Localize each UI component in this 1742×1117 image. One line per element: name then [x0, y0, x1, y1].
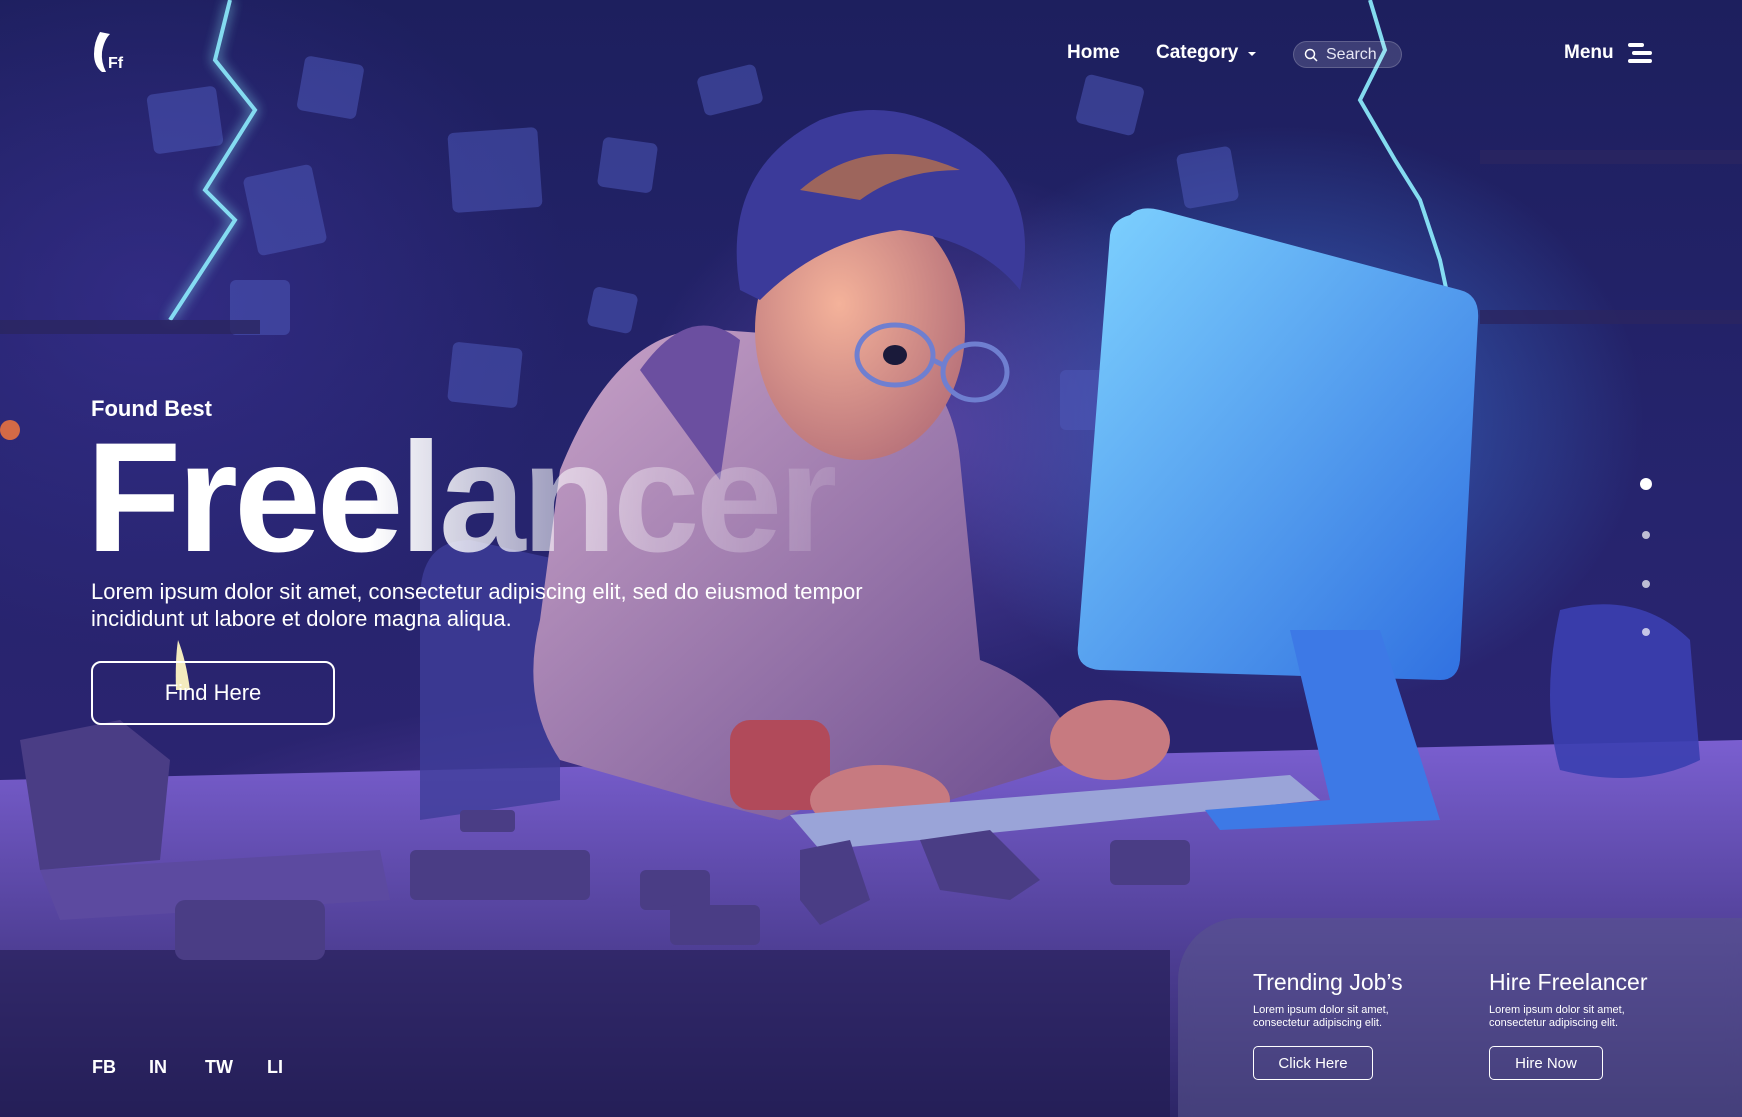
hire-freelancer-section: Hire Freelancer Lorem ipsum dolor sit am…	[1489, 968, 1669, 1080]
card-title: Trending Job’s	[1253, 969, 1403, 995]
monitor	[1077, 208, 1479, 681]
hero-headline: Freelancer	[86, 411, 839, 585]
card-text: Lorem ipsum dolor sit amet, consectetur …	[1253, 1004, 1389, 1029]
hire-now-button[interactable]: Hire Now	[1489, 1046, 1603, 1080]
card-text: Lorem ipsum dolor sit amet, consectetur …	[1489, 1004, 1625, 1029]
trending-jobs-section: Trending Job’s Lorem ipsum dolor sit ame…	[1253, 968, 1433, 1080]
pager-dot-2[interactable]	[1642, 531, 1650, 539]
chevron-down-icon	[1248, 52, 1257, 56]
hamburger-icon	[1627, 43, 1652, 63]
logo[interactable]: Ff	[92, 30, 132, 74]
social-li-link[interactable]: LI	[267, 1057, 283, 1078]
pager-dot-3[interactable]	[1642, 580, 1650, 588]
search-box[interactable]	[1293, 41, 1402, 68]
pager-dot-1[interactable]	[1640, 478, 1652, 490]
nav-category-label: Category	[1156, 42, 1239, 63]
social-tw-link[interactable]: TW	[205, 1057, 233, 1078]
lightning-left	[168, 0, 258, 322]
menu-button[interactable]: Menu	[1564, 42, 1652, 64]
search-icon	[1304, 48, 1318, 62]
menu-label: Menu	[1564, 42, 1614, 63]
feature-card: Trending Job’s Lorem ipsum dolor sit ame…	[1178, 918, 1742, 1117]
social-fb-link[interactable]: FB	[92, 1057, 116, 1078]
search-input[interactable]	[1326, 45, 1392, 64]
hero-description: Lorem ipsum dolor sit amet, consectetur …	[91, 579, 863, 631]
social-in-link[interactable]: IN	[149, 1057, 167, 1078]
logo-text: Ff	[108, 55, 124, 72]
click-here-button[interactable]: Click Here	[1253, 1046, 1373, 1080]
nav-category[interactable]: Category	[1156, 42, 1257, 64]
pager-dot-4[interactable]	[1642, 628, 1650, 636]
find-here-button[interactable]: Find Here	[91, 661, 335, 725]
card-title: Hire Freelancer	[1489, 969, 1648, 995]
nav-home[interactable]: Home	[1067, 42, 1120, 64]
logo-icon: Ff	[94, 32, 124, 72]
